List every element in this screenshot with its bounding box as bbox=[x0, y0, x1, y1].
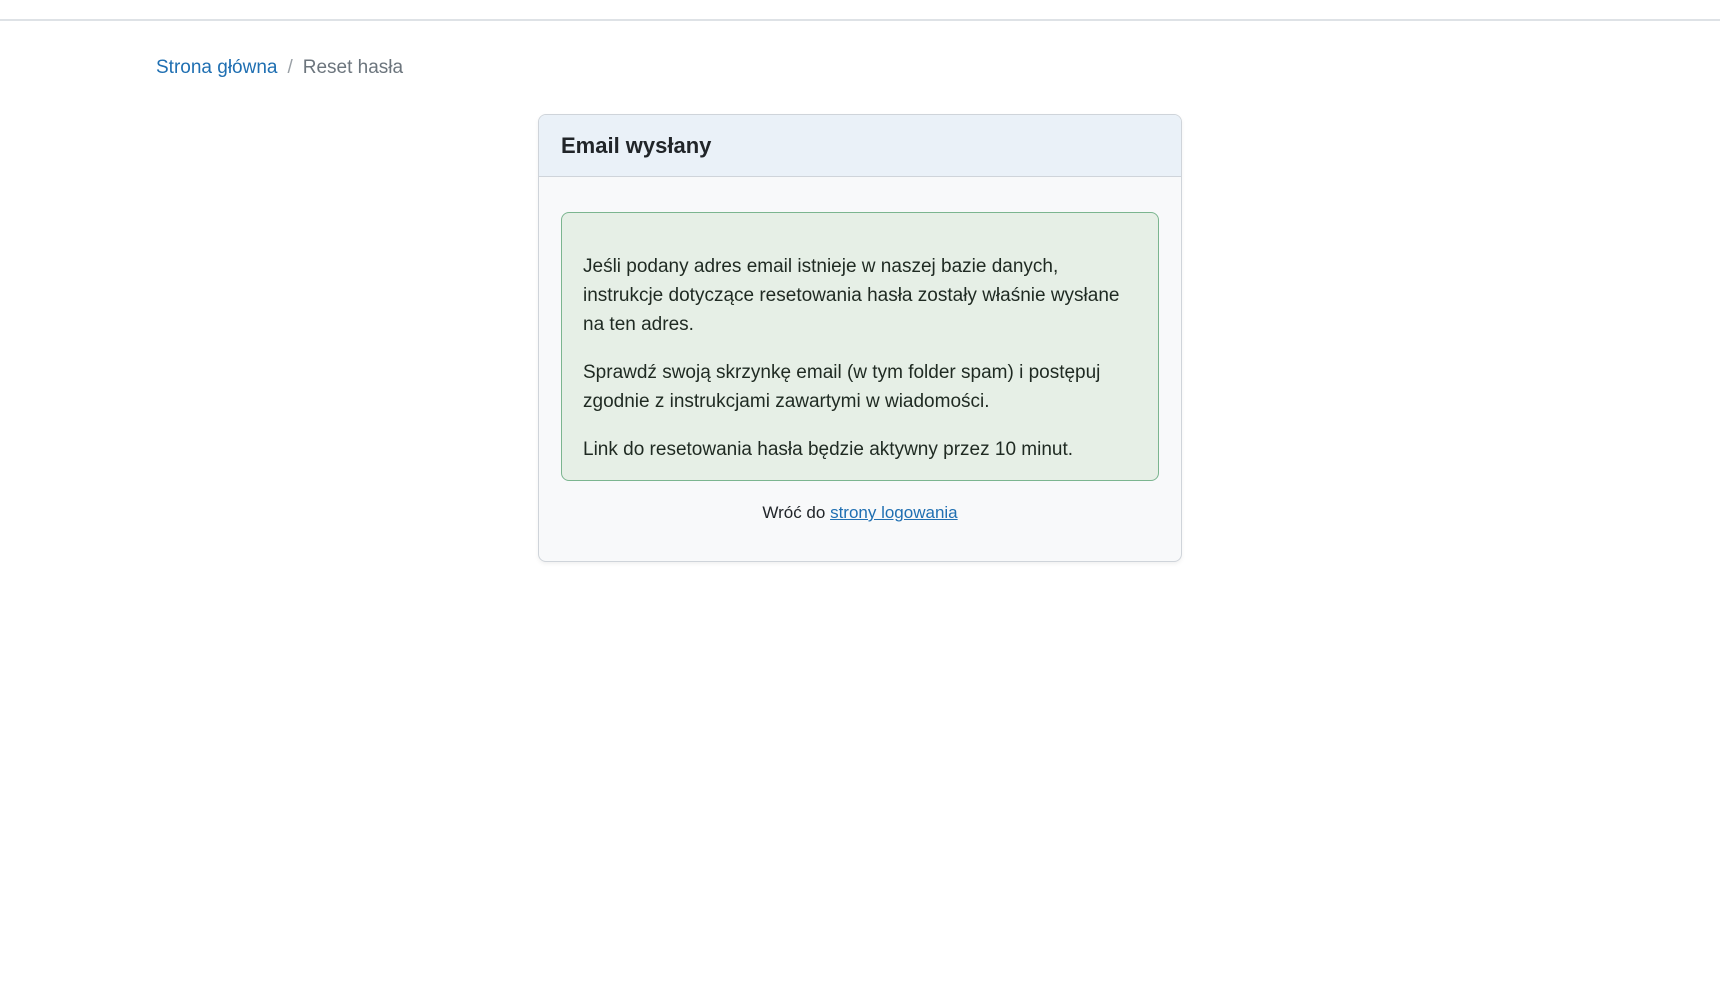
breadcrumb-separator: / bbox=[287, 57, 293, 78]
login-page-link[interactable]: strony logowania bbox=[830, 503, 958, 522]
breadcrumb: Strona główna / Reset hasła bbox=[156, 56, 403, 80]
alert-paragraph-link-expiry: Link do resetowania hasła będzie aktywny… bbox=[583, 439, 1074, 460]
breadcrumb-current: Reset hasła bbox=[302, 57, 404, 78]
back-prefix: Wróć do bbox=[762, 503, 831, 522]
breadcrumb-home-link[interactable]: Strona główna bbox=[156, 56, 277, 80]
top-divider bbox=[0, 19, 1720, 21]
back-to-login-line: Wróć do strony logowania bbox=[561, 503, 1159, 523]
alert-paragraph-check-inbox: Sprawdź swoją skrzynkę email (w tym fold… bbox=[583, 362, 1101, 412]
card-title: Email wysłany bbox=[561, 132, 712, 158]
success-alert: Jeśli podany adres email istnieje w nasz… bbox=[561, 212, 1159, 481]
card-header: Email wysłany bbox=[539, 115, 1181, 177]
alert-paragraph-email-sent: Jeśli podany adres email istnieje w nasz… bbox=[583, 256, 1120, 335]
email-sent-card: Email wysłany Jeśli podany adres email i… bbox=[538, 114, 1182, 562]
card-body: Jeśli podany adres email istnieje w nasz… bbox=[539, 177, 1181, 523]
